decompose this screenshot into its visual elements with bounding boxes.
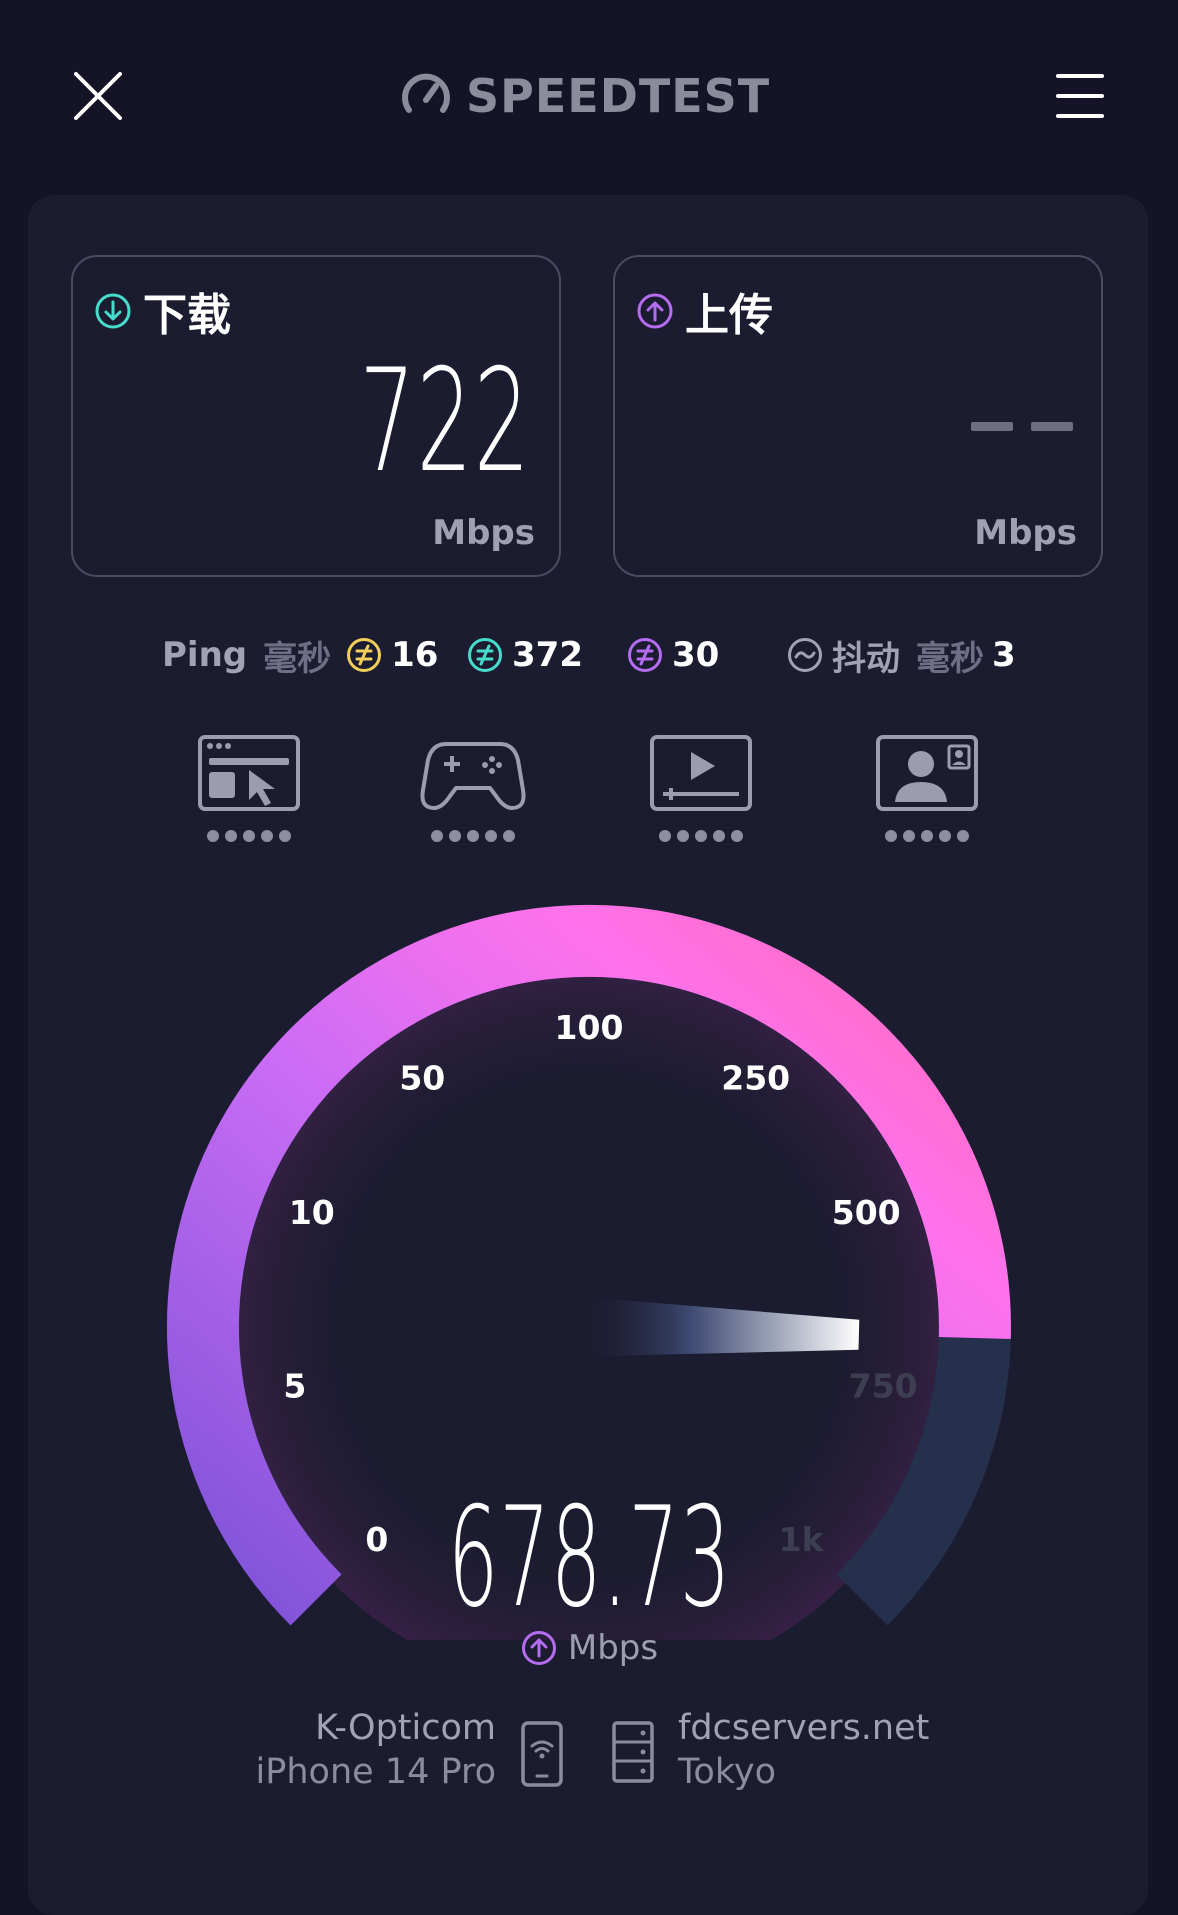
upload-ping-icon bbox=[628, 638, 662, 672]
upload-unit: Mbps bbox=[974, 513, 1077, 553]
gauge-tick-10: 10 bbox=[289, 1193, 335, 1232]
web-browsing-icon bbox=[198, 735, 300, 811]
isp-name: K-Opticom bbox=[315, 1708, 496, 1748]
gauge-tick-5: 5 bbox=[283, 1367, 306, 1406]
connection-info: K-Opticom iPhone 14 Pro fdcservers.net T… bbox=[0, 1706, 1178, 1806]
video-call-icon bbox=[876, 735, 978, 811]
menu-button[interactable] bbox=[1050, 68, 1110, 124]
brand-name: SPEEDTEST bbox=[466, 69, 771, 123]
quality-video-call[interactable] bbox=[872, 734, 982, 842]
isp-info[interactable]: K-Opticom iPhone 14 Pro bbox=[256, 1706, 496, 1794]
jitter-icon bbox=[788, 638, 822, 672]
upload-arrow-icon bbox=[637, 293, 673, 329]
quality-web-browsing[interactable] bbox=[194, 734, 304, 842]
jitter-value: 3 bbox=[992, 635, 1016, 675]
upload-arrow-icon bbox=[521, 1631, 556, 1665]
download-value: 722 bbox=[359, 339, 531, 504]
speed-readout: 678.73 bbox=[0, 1488, 1178, 1628]
idle-ping-icon bbox=[347, 638, 382, 672]
brand-logo: SPEEDTEST bbox=[400, 66, 770, 126]
gaming-icon bbox=[420, 742, 526, 810]
phone-wifi-icon bbox=[521, 1721, 563, 1787]
hamburger-menu-icon bbox=[1056, 74, 1104, 118]
upload-card[interactable]: 上传 Mbps bbox=[613, 255, 1103, 577]
ping-idle-value: 16 bbox=[391, 635, 439, 675]
server-name: fdcservers.net bbox=[678, 1708, 930, 1748]
ping-download: 372 bbox=[466, 625, 583, 685]
jitter-unit: 毫秒 bbox=[916, 638, 984, 679]
gauge-tick-500: 500 bbox=[832, 1193, 901, 1232]
server-info[interactable]: fdcservers.net Tokyo bbox=[678, 1706, 929, 1794]
gauge-tick-750: 750 bbox=[849, 1367, 918, 1406]
device-name: iPhone 14 Pro bbox=[255, 1752, 496, 1792]
current-speed-value: 678.73 bbox=[447, 1477, 731, 1638]
gauge-tick-250: 250 bbox=[721, 1059, 790, 1098]
ping-upload-value: 30 bbox=[672, 635, 720, 675]
jitter: 抖动 毫秒 3 bbox=[786, 625, 1016, 685]
jitter-label: 抖动 bbox=[832, 638, 900, 679]
server-icon bbox=[612, 1721, 654, 1783]
upload-title: 上传 bbox=[685, 290, 773, 341]
latency-row: Ping 毫秒 16 372 30 抖动 毫秒 3 bbox=[0, 625, 1178, 685]
speed-unit-row: Mbps bbox=[0, 1628, 1178, 1668]
download-arrow-icon bbox=[95, 293, 131, 329]
quality-video-streaming[interactable] bbox=[646, 734, 756, 842]
close-button[interactable] bbox=[68, 66, 128, 126]
download-ping-icon bbox=[468, 638, 502, 672]
ping-idle: Ping 毫秒 16 bbox=[162, 625, 438, 685]
download-title: 下载 bbox=[143, 290, 231, 341]
gauge-tick-50: 50 bbox=[399, 1059, 445, 1098]
speed-unit: Mbps bbox=[567, 1628, 659, 1668]
ping-upload: 30 bbox=[626, 625, 719, 685]
upload-placeholder-dashes bbox=[971, 422, 1073, 431]
gauge-tick-100: 100 bbox=[555, 1008, 624, 1047]
close-icon bbox=[74, 72, 122, 120]
quality-gaming[interactable] bbox=[418, 734, 528, 842]
top-bar: SPEEDTEST bbox=[0, 0, 1178, 190]
video-streaming-icon bbox=[650, 735, 752, 811]
speedometer-logo-icon bbox=[402, 73, 450, 113]
ping-download-value: 372 bbox=[512, 635, 583, 675]
download-card[interactable]: 下载 722 Mbps bbox=[71, 255, 561, 577]
ping-label: Ping bbox=[162, 635, 248, 675]
download-unit: Mbps bbox=[432, 513, 535, 553]
ping-unit: 毫秒 bbox=[263, 638, 332, 679]
server-location: Tokyo bbox=[678, 1752, 776, 1792]
